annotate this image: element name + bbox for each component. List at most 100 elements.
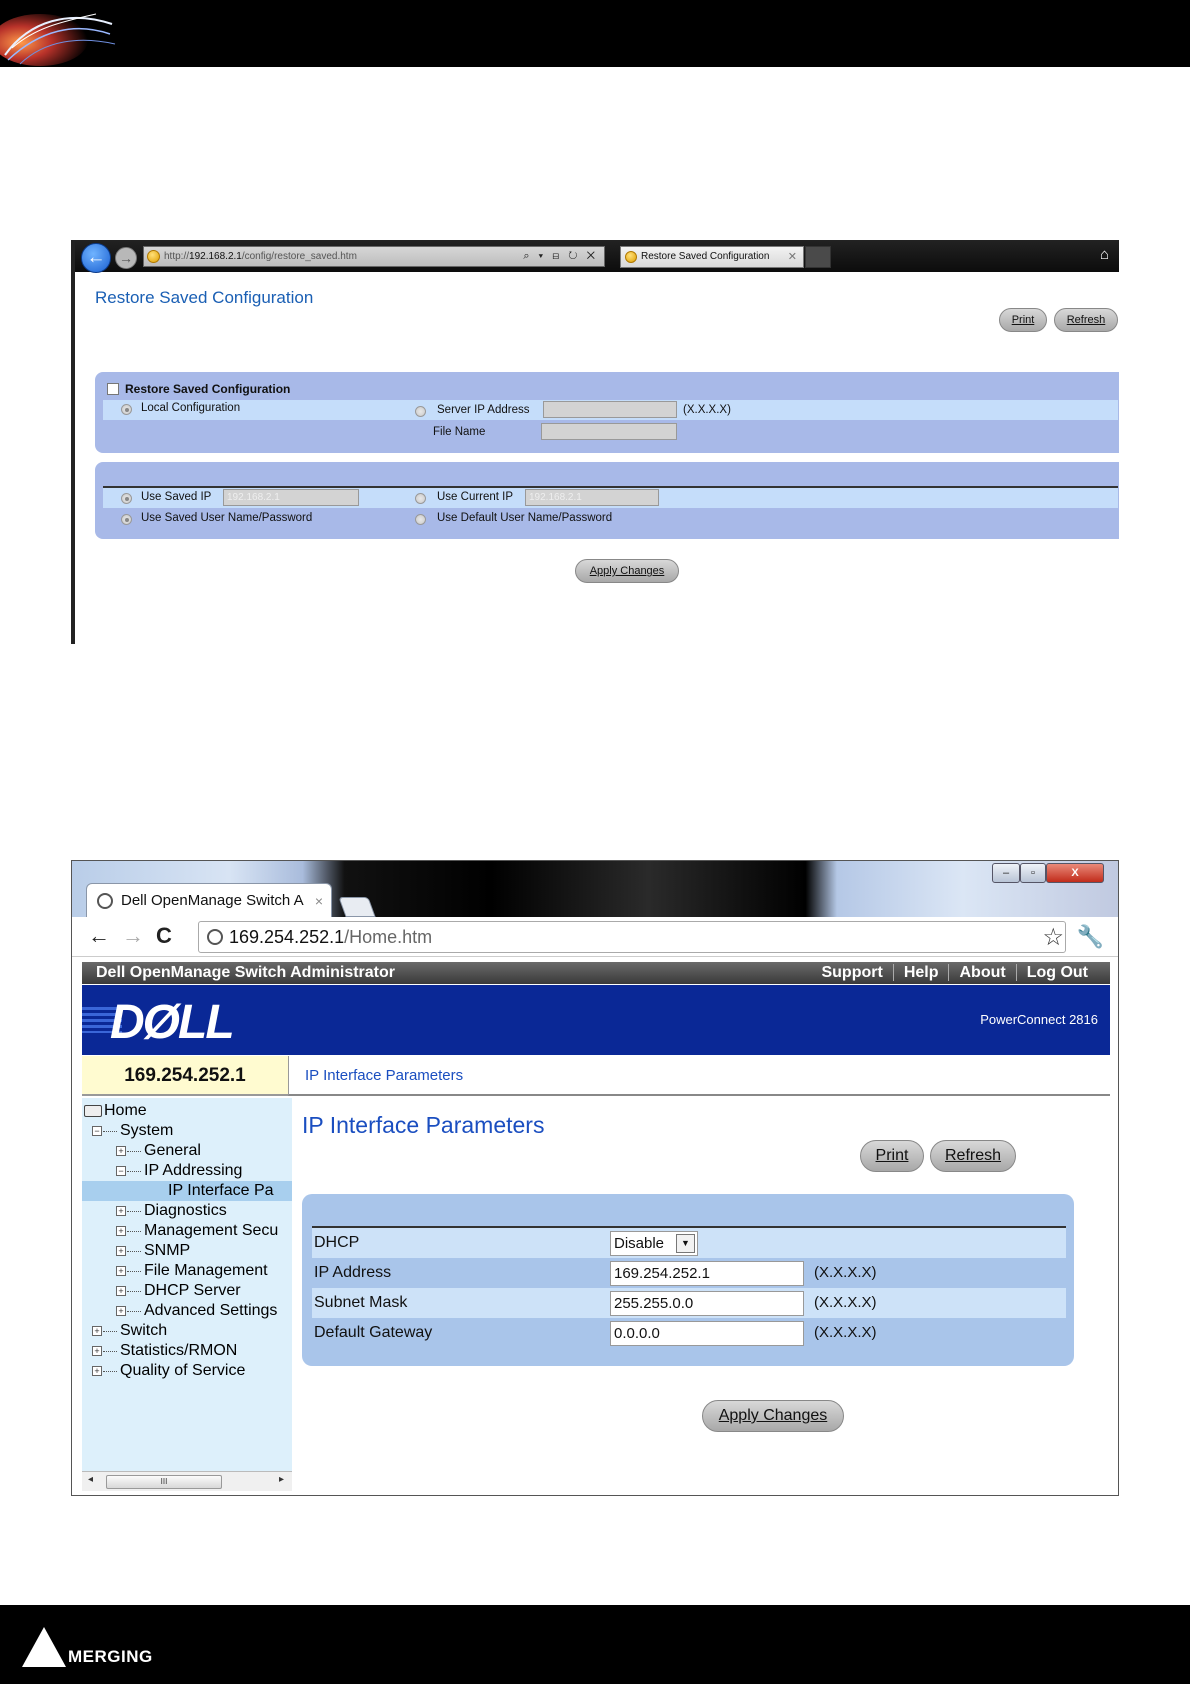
dhcp-label: DHCP — [314, 1234, 360, 1251]
main-content: IP Interface Parameters Print Refresh DH… — [294, 1098, 1110, 1491]
dhcp-select[interactable]: Disable ▼ — [610, 1231, 698, 1256]
expand-icon[interactable]: + — [92, 1366, 102, 1376]
tree-item[interactable]: Quality of Service — [120, 1361, 245, 1381]
minimize-icon[interactable]: – — [992, 863, 1020, 883]
dhcp-value: Disable — [614, 1235, 665, 1252]
reload-icon[interactable]: C — [156, 923, 172, 949]
tree-item[interactable]: SNMP — [144, 1241, 190, 1261]
scroll-thumb[interactable]: III — [106, 1475, 222, 1489]
print-button[interactable]: Print — [999, 308, 1047, 332]
use-saved-user-radio[interactable] — [121, 514, 132, 525]
scroll-right-icon[interactable]: ▸ — [279, 1474, 284, 1485]
forward-arrow-icon[interactable]: → — [122, 923, 144, 949]
tab-title: Dell OpenManage Switch A — [121, 892, 304, 909]
address-bar[interactable]: 169.254.252.1/Home.htm — [198, 921, 1066, 953]
restore-config-screenshot: ← → http://192.168.2.1/config/restore_sa… — [71, 240, 1119, 644]
chevron-down-icon[interactable]: ▼ — [676, 1234, 695, 1253]
local-config-radio[interactable] — [121, 404, 132, 415]
tree-item[interactable]: Diagnostics — [144, 1201, 227, 1221]
refresh-button[interactable]: Refresh — [930, 1140, 1016, 1172]
tab-close-icon[interactable]: × — [315, 884, 323, 918]
about-link[interactable]: About — [948, 964, 1016, 981]
support-link[interactable]: Support — [811, 964, 892, 981]
use-saved-ip-input[interactable]: 192.168.2.1 — [223, 489, 359, 506]
expand-icon[interactable]: + — [116, 1286, 126, 1296]
tree-item[interactable]: File Management — [144, 1261, 268, 1281]
use-saved-ip-radio[interactable] — [121, 493, 132, 504]
server-ip-hint: (X.X.X.X) — [683, 404, 731, 416]
tree-item[interactable]: Switch — [120, 1321, 167, 1341]
home-icon[interactable]: ⌂ — [1100, 246, 1109, 263]
server-ip-input[interactable] — [543, 401, 677, 418]
use-current-ip-radio[interactable] — [415, 493, 426, 504]
header-links: Support Help About Log Out — [811, 962, 1098, 984]
default-gateway-input[interactable]: 0.0.0.0 — [610, 1321, 804, 1346]
expand-icon[interactable]: + — [116, 1266, 126, 1276]
ip-address-input[interactable]: 169.254.252.1 — [610, 1261, 804, 1286]
section-title: Restore Saved Configuration — [125, 382, 291, 396]
tree-connector — [127, 1251, 141, 1252]
use-default-user-radio[interactable] — [415, 514, 426, 525]
forward-arrow-icon[interactable]: → — [115, 247, 137, 269]
tree-item[interactable]: General — [144, 1141, 201, 1161]
home-folder-icon[interactable] — [84, 1105, 102, 1117]
tree-item[interactable]: DHCP Server — [144, 1281, 241, 1301]
new-tab-button[interactable] — [338, 897, 376, 917]
tab-title: Restore Saved Configuration — [641, 251, 770, 262]
bookmark-star-icon[interactable]: ☆ — [1042, 923, 1064, 952]
tree-item[interactable]: Statistics/RMON — [120, 1341, 237, 1361]
expand-icon[interactable]: + — [116, 1226, 126, 1236]
collapse-icon[interactable]: − — [116, 1166, 126, 1176]
tree-item[interactable]: IP Addressing — [144, 1161, 242, 1181]
subnet-mask-input[interactable]: 255.255.0.0 — [610, 1291, 804, 1316]
logout-link[interactable]: Log Out — [1015, 964, 1098, 981]
url-path: /Home.htm — [344, 927, 433, 947]
expand-icon[interactable]: + — [92, 1326, 102, 1336]
tree-item[interactable]: Management Secu — [144, 1221, 278, 1241]
wrench-icon[interactable]: 🔧 — [1077, 924, 1104, 950]
print-button[interactable]: Print — [860, 1140, 924, 1172]
help-link[interactable]: Help — [892, 964, 949, 981]
address-prefix: http:// — [164, 251, 190, 262]
tree-connector — [103, 1351, 117, 1352]
tab-close-icon[interactable]: ✕ — [788, 247, 797, 267]
scroll-left-icon[interactable]: ◂ — [88, 1474, 93, 1485]
refresh-button[interactable]: Refresh — [1054, 308, 1118, 332]
default-gateway-hint: (X.X.X.X) — [814, 1324, 877, 1341]
address-bar[interactable]: http://192.168.2.1/config/restore_saved.… — [143, 246, 605, 267]
file-name-input[interactable] — [541, 423, 677, 440]
browser-tab[interactable]: Dell OpenManage Switch A × — [86, 883, 332, 919]
new-tab-button[interactable] — [805, 246, 831, 268]
navigation-tree: Home − System + General − IP Addressing IP Inte… — [82, 1098, 292, 1471]
tree-connector — [127, 1291, 141, 1292]
back-arrow-icon[interactable]: ← — [88, 923, 110, 949]
expand-icon[interactable]: + — [116, 1146, 126, 1156]
expand-icon[interactable]: + — [116, 1306, 126, 1316]
subnet-mask-label: Subnet Mask — [314, 1294, 408, 1311]
window-close-icon[interactable]: X — [1046, 863, 1104, 883]
restore-checkbox[interactable] — [107, 383, 119, 395]
device-ip: 169.254.252.1 — [82, 1056, 288, 1096]
back-arrow-icon[interactable]: ← — [81, 243, 111, 273]
tab-page-icon — [625, 251, 637, 263]
collapse-icon[interactable]: − — [92, 1126, 102, 1136]
apply-changes-button[interactable]: Apply Changes — [702, 1400, 844, 1432]
tree-connector — [127, 1211, 141, 1212]
subnet-mask-row: Subnet Mask 255.255.0.0 (X.X.X.X) — [312, 1288, 1066, 1318]
apply-changes-button[interactable]: Apply Changes — [575, 559, 679, 583]
tree-item[interactable]: System — [120, 1121, 173, 1141]
tree-item[interactable]: IP Interface Pa — [82, 1181, 292, 1201]
expand-icon[interactable]: + — [116, 1206, 126, 1216]
use-current-ip-input[interactable]: 192.168.2.1 — [525, 489, 659, 506]
address-bar-icons[interactable]: ⌕ ▾ ⊟ ↻ ✕ — [523, 247, 598, 266]
maximize-icon[interactable]: ▫ — [1020, 863, 1046, 883]
tree-connector — [127, 1271, 141, 1272]
expand-icon[interactable]: + — [116, 1246, 126, 1256]
server-ip-radio[interactable] — [415, 406, 426, 417]
tree-item[interactable]: Advanced Settings — [144, 1301, 277, 1321]
expand-icon[interactable]: + — [92, 1346, 102, 1356]
tree-item[interactable]: Home — [104, 1101, 147, 1121]
tree-scrollbar[interactable]: ◂ III ▸ — [82, 1471, 292, 1491]
browser-tab[interactable]: Restore Saved Configuration ✕ — [620, 246, 804, 268]
default-gateway-row: Default Gateway 0.0.0.0 (X.X.X.X) — [312, 1318, 1066, 1348]
